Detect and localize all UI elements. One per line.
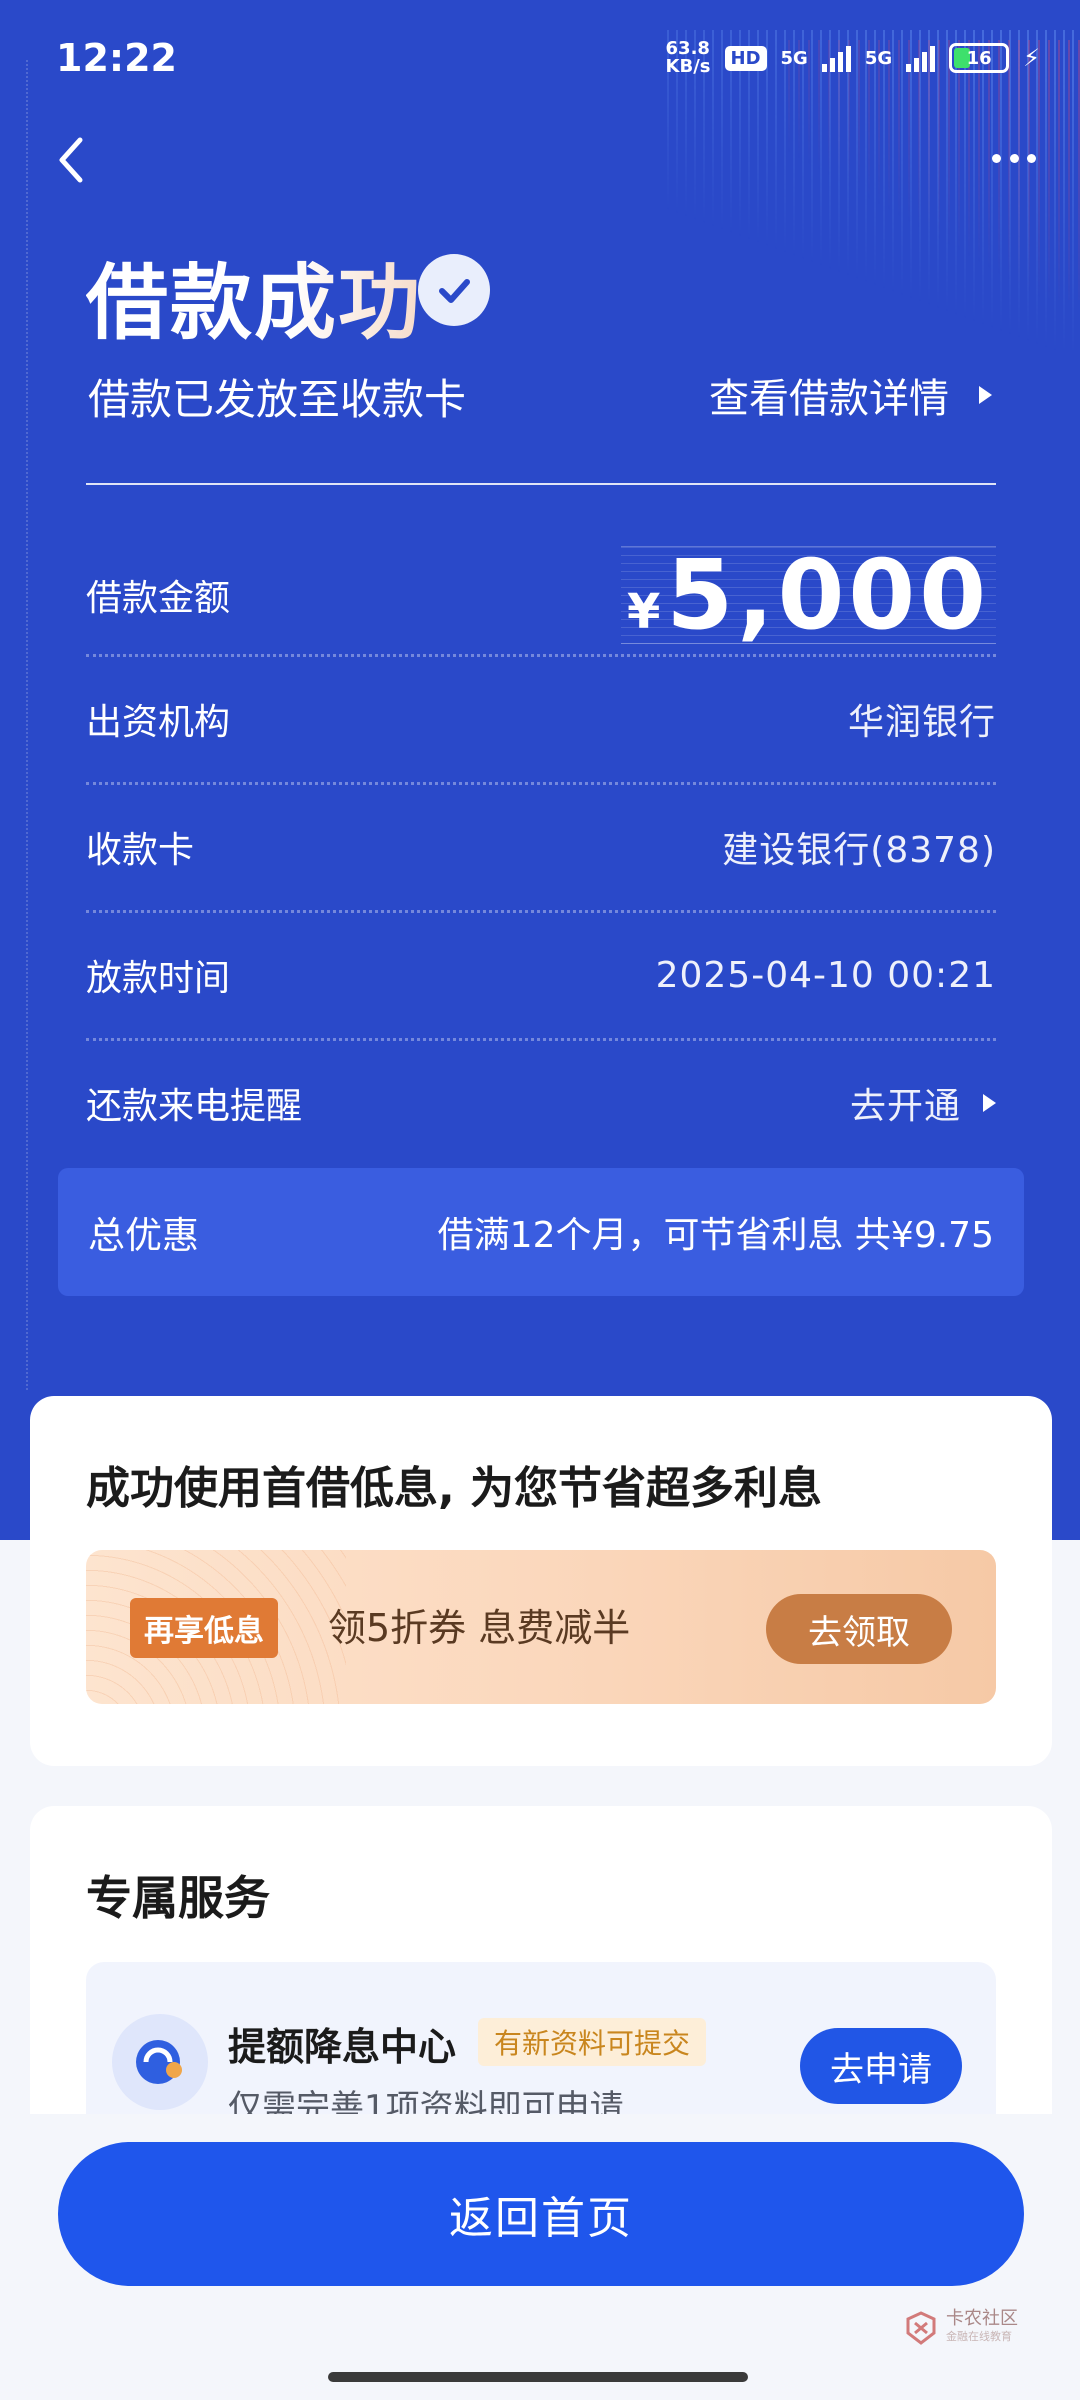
arrow-right-icon bbox=[979, 386, 992, 404]
check-icon bbox=[418, 254, 490, 326]
status-indicators: 63.8 KB/s HD 5G 5G 16 ⚡ bbox=[666, 40, 1040, 76]
net-speed-unit: KB/s bbox=[665, 56, 711, 77]
currency-symbol: ¥ bbox=[626, 584, 661, 640]
lender-label: 出资机构 bbox=[86, 702, 231, 743]
services-title: 专属服务 bbox=[86, 1871, 270, 1925]
battery-icon: 16 bbox=[949, 43, 1010, 73]
credit-boost-icon bbox=[112, 2014, 208, 2110]
watermark-text: 卡农社区 bbox=[946, 2308, 1018, 2329]
signal-icon-2 bbox=[906, 44, 936, 72]
subtitle: 借款已发放至收款卡 bbox=[88, 375, 467, 424]
lender-row: 出资机构 华润银行 bbox=[86, 656, 996, 782]
promo-card: 成功使用首借低息, 为您节省超多利息 再享低息 领5折券 息费减半 去领取 bbox=[30, 1396, 1052, 1766]
coupon-tag: 再享低息 bbox=[130, 1598, 278, 1658]
side-watermark bbox=[26, 60, 34, 1390]
watermark-subtext: 金融在线教育 bbox=[946, 2330, 1012, 2343]
back-icon[interactable] bbox=[52, 130, 92, 190]
amount-number: 5,000 bbox=[666, 539, 990, 651]
service-badge: 有新资料可提交 bbox=[478, 2018, 707, 2066]
claim-coupon-button[interactable]: 去领取 bbox=[766, 1594, 952, 1664]
reminder-label: 还款来电提醒 bbox=[86, 1086, 303, 1127]
watermark: 卡农社区 金融在线教育 bbox=[904, 2310, 1018, 2346]
enable-reminder-link[interactable]: 去开通 bbox=[850, 1077, 996, 1129]
coupon-banner[interactable]: 再享低息 领5折券 息费减半 去领取 bbox=[86, 1550, 996, 1704]
divider bbox=[86, 483, 996, 485]
coupon-text: 领5折券 息费减半 bbox=[328, 1606, 631, 1650]
amount-value: ¥ 5,000 bbox=[620, 539, 996, 651]
total-discount-row: 总优惠 借满12个月，可节省利息 共¥9.75 bbox=[58, 1168, 1024, 1296]
reminder-row[interactable]: 还款来电提醒 去开通 bbox=[86, 1040, 996, 1166]
network-type-2: 5G bbox=[864, 47, 893, 69]
net-speed: 63.8 KB/s bbox=[666, 40, 711, 76]
time-value: 2025-04-10 00:21 bbox=[655, 954, 996, 996]
service-title: 提额降息中心 bbox=[228, 2025, 457, 2069]
apply-button[interactable]: 去申请 bbox=[800, 2028, 962, 2104]
charging-icon: ⚡ bbox=[1023, 44, 1040, 72]
arrow-right-icon bbox=[983, 1094, 996, 1112]
home-indicator[interactable] bbox=[328, 2372, 748, 2382]
view-loan-details-link[interactable]: 查看借款详情 bbox=[709, 366, 992, 424]
page: 12:22 63.8 KB/s HD 5G 5G 16 ⚡ 借款成功 借款已发放… bbox=[0, 0, 1080, 2400]
card-label: 收款卡 bbox=[86, 830, 195, 871]
time-label: 放款时间 bbox=[86, 958, 231, 999]
status-time: 12:22 bbox=[56, 36, 177, 80]
card-value: 建设银行(8378) bbox=[722, 830, 996, 871]
network-type-1: 5G bbox=[780, 47, 808, 69]
status-bar: 12:22 63.8 KB/s HD 5G 5G 16 ⚡ bbox=[0, 0, 1080, 120]
battery-level: 16 bbox=[966, 47, 992, 69]
time-row: 放款时间 2025-04-10 00:21 bbox=[86, 912, 996, 1038]
watermark-logo-icon bbox=[906, 2311, 936, 2345]
amount-row: 借款金额 ¥ 5,000 bbox=[86, 532, 996, 658]
page-title: 借款成功 bbox=[86, 236, 422, 355]
return-home-button[interactable]: 返回首页 bbox=[58, 2142, 1024, 2286]
hd-icon: HD bbox=[724, 45, 767, 71]
amount-label: 借款金额 bbox=[86, 578, 231, 619]
card-row: 收款卡 建设银行(8378) bbox=[86, 784, 996, 910]
more-icon[interactable] bbox=[992, 150, 1036, 166]
discount-label: 总优惠 bbox=[88, 1214, 199, 1257]
lender-value: 华润银行 bbox=[847, 702, 996, 743]
view-loan-details-label: 查看借款详情 bbox=[709, 376, 949, 422]
discount-value: 借满12个月，可节省利息 共¥9.75 bbox=[437, 1215, 994, 1256]
enable-reminder-label: 去开通 bbox=[849, 1086, 961, 1127]
promo-card-title: 成功使用首借低息, 为您节省超多利息 bbox=[86, 1463, 823, 1514]
signal-icon bbox=[821, 44, 851, 72]
